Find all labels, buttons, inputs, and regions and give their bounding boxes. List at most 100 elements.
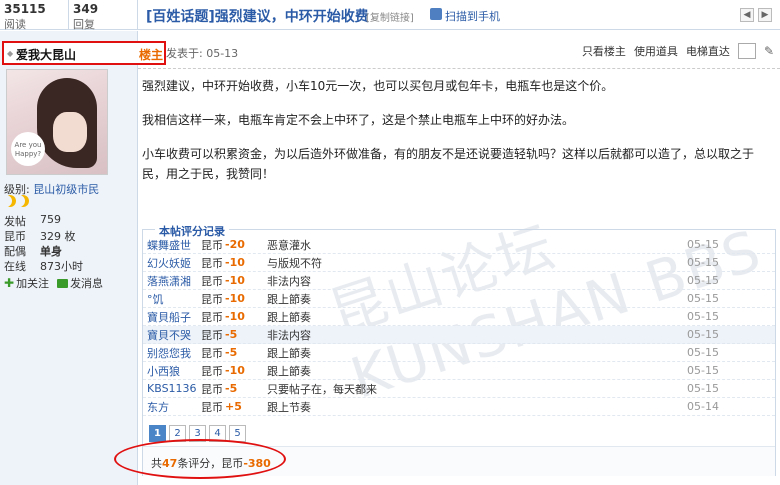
rating-type: 昆币 (201, 292, 223, 306)
rating-user[interactable]: °饥 (143, 291, 201, 307)
info-key: 发帖 (4, 215, 26, 228)
copy-link[interactable]: [复制链接] (366, 9, 414, 24)
rating-type: 昆币 (201, 382, 223, 396)
scan-to-phone-link[interactable]: 扫描到手机 (445, 8, 500, 24)
post-date: 发表于: 05-13 (166, 47, 239, 60)
user-info: 发帖 759 昆币 329 枚 配偶 单身 在线 873小时 (4, 213, 134, 273)
rating-reason: 恶意灌水 (267, 238, 311, 252)
level-value: 昆山初级市民 (33, 183, 100, 196)
rating-user[interactable]: 幻火妖姬 (143, 255, 201, 271)
rating-score: -5 (225, 382, 238, 395)
rating-date: 05-14 (687, 400, 719, 413)
rating-user[interactable]: 别怨您我 (143, 345, 201, 361)
rating-reason: 跟上节奏 (267, 400, 311, 414)
info-key: 配偶 (4, 245, 26, 258)
prev-thread-button[interactable]: ◀ (740, 8, 754, 22)
rating-type: 昆币 (201, 310, 223, 324)
author-sidebar: ◆ 爱我大昆山 楼主 Are you Happy? 级别: 昆山初级市民 发帖 … (0, 31, 166, 485)
wrench-icon[interactable]: ✎ (764, 44, 774, 58)
rating-row: 别怨您我 昆币 -5 跟上節奏 05-15 (143, 344, 775, 362)
thread-nav: ◀ ▶ (740, 8, 772, 22)
expand-arrow-icon[interactable]: ◆ (7, 49, 13, 58)
rating-row: 蝶舞盛世 昆币 -20 恶意灌水 05-15 (143, 236, 775, 254)
goto-floor-input[interactable] (737, 43, 756, 59)
rating-record: 本帖评分记录 蝶舞盛世 昆币 -20 恶意灌水 05-15 幻火妖姬 昆币 -1… (142, 223, 776, 476)
moon-icon (17, 195, 29, 207)
rating-row: 幻火妖姬 昆币 -10 与版规不符 05-15 (143, 254, 775, 272)
plus-icon: ✚ (4, 276, 15, 290)
post-content: 强烈建议，中环开始收费，小车10元一次，也可以买包月或包年卡，电瓶车也是这个价。… (142, 76, 774, 198)
rating-row: 小西狼 昆币 -10 跟上節奏 05-15 (143, 362, 775, 380)
rating-user[interactable]: 东方 (143, 399, 201, 415)
post-header: 发表于: 05-13 只看楼主 使用道具 电梯直达 ✎ (138, 31, 780, 69)
info-row-posts: 发帖 759 (4, 213, 134, 228)
rating-score: -20 (225, 238, 245, 251)
read-count: 35115 阅读 (0, 0, 69, 31)
thread-stats: 35115 阅读 349 回复 (0, 0, 138, 31)
rating-reason: 跟上節奏 (267, 364, 311, 378)
rating-user[interactable]: 小西狼 (143, 363, 201, 379)
post-paragraph: 小车收费可以积累资金，为以后造外环做准备，有的朋友不是还说要造轻轨吗？这样以后就… (142, 147, 755, 181)
rating-user[interactable]: 寶貝不哭 (143, 327, 201, 343)
author-name[interactable]: 爱我大昆山 (16, 46, 76, 63)
rating-user[interactable]: 落燕潇湘 (143, 273, 201, 289)
rating-type: 昆币 (201, 346, 223, 360)
rating-type: 昆币 (201, 274, 223, 288)
rating-reason: 跟上節奏 (267, 310, 311, 324)
info-key: 昆币 (4, 230, 26, 243)
moon-icon (4, 195, 16, 207)
qr-code-icon[interactable] (430, 8, 442, 20)
rating-date: 05-15 (687, 238, 719, 251)
rating-user[interactable]: 蝶舞盛世 (143, 237, 201, 253)
reply-count-value: 349 (73, 2, 99, 16)
rating-user[interactable]: KBS1136 (143, 382, 201, 395)
rating-date: 05-15 (687, 292, 719, 305)
rating-date: 05-15 (687, 310, 719, 323)
level-stars (4, 195, 29, 207)
rating-row: 寶貝不哭 昆币 -5 非法内容 05-15 (143, 326, 775, 344)
rating-row: 落燕潇湘 昆币 -10 非法内容 05-15 (143, 272, 775, 290)
follow-label: 加关注 (16, 277, 50, 290)
message-label: 发消息 (70, 277, 104, 290)
next-thread-button[interactable]: ▶ (758, 8, 772, 22)
info-value: 329 枚 (40, 230, 76, 243)
rating-score: -10 (225, 310, 245, 323)
reply-count: 349 回复 (69, 0, 138, 31)
send-message-button[interactable]: 发消息 (57, 275, 103, 291)
rating-row: 东方 昆币 +5 跟上节奏 05-14 (143, 398, 775, 416)
rating-type: 昆币 (201, 328, 223, 342)
rating-score: +5 (225, 400, 242, 413)
message-icon (57, 278, 69, 288)
user-actions: ✚ 加关注 发消息 (4, 275, 103, 291)
follow-button[interactable]: ✚ 加关注 (4, 275, 49, 291)
rating-date: 05-15 (687, 346, 719, 359)
avatar[interactable]: Are you Happy? (6, 69, 108, 175)
rating-reason: 与版规不符 (267, 256, 322, 270)
rating-type: 昆币 (201, 256, 223, 270)
thread-title: [百姓话题]强烈建议，中环开始收费 (146, 9, 369, 25)
rating-table: 蝶舞盛世 昆币 -20 恶意灌水 05-15 幻火妖姬 昆币 -10 与版规不符… (143, 236, 775, 416)
reply-count-label: 回复 (73, 18, 95, 31)
rating-reason: 跟上節奏 (267, 346, 311, 360)
post-paragraph: 我相信这样一来，电瓶车肯定不会上中环了，这是个禁止电瓶车上中环的好办法。 (142, 113, 575, 127)
rating-date: 05-15 (687, 328, 719, 341)
thread-title-bar: [百姓话题]强烈建议，中环开始收费 [复制链接] 扫描到手机 ◀ ▶ (138, 0, 780, 30)
rating-user[interactable]: 寶貝船子 (143, 309, 201, 325)
goto-floor-label: 电梯直达 (685, 45, 730, 58)
post-tools: 只看楼主 使用道具 电梯直达 ✎ (582, 43, 774, 59)
read-count-label: 阅读 (4, 18, 26, 31)
rating-score: -10 (225, 274, 245, 287)
post-paragraph: 强烈建议，中环开始收费，小车10元一次，也可以买包月或包年卡，电瓶车也是这个价。 (142, 79, 614, 93)
info-value: 759 (40, 213, 61, 226)
rating-date: 05-15 (687, 256, 719, 269)
only-op-link[interactable]: 只看楼主 (582, 43, 626, 59)
rating-type: 昆币 (201, 238, 223, 252)
rating-reason: 非法内容 (267, 328, 311, 342)
page-button[interactable]: 1 (149, 425, 166, 442)
read-count-value: 35115 (4, 2, 46, 16)
highlight-oval (114, 439, 286, 479)
avatar-caption: Are you Happy? (11, 132, 45, 166)
use-item-link[interactable]: 使用道具 (634, 43, 678, 59)
info-value: 单身 (40, 245, 62, 258)
rating-type: 昆币 (201, 364, 223, 378)
